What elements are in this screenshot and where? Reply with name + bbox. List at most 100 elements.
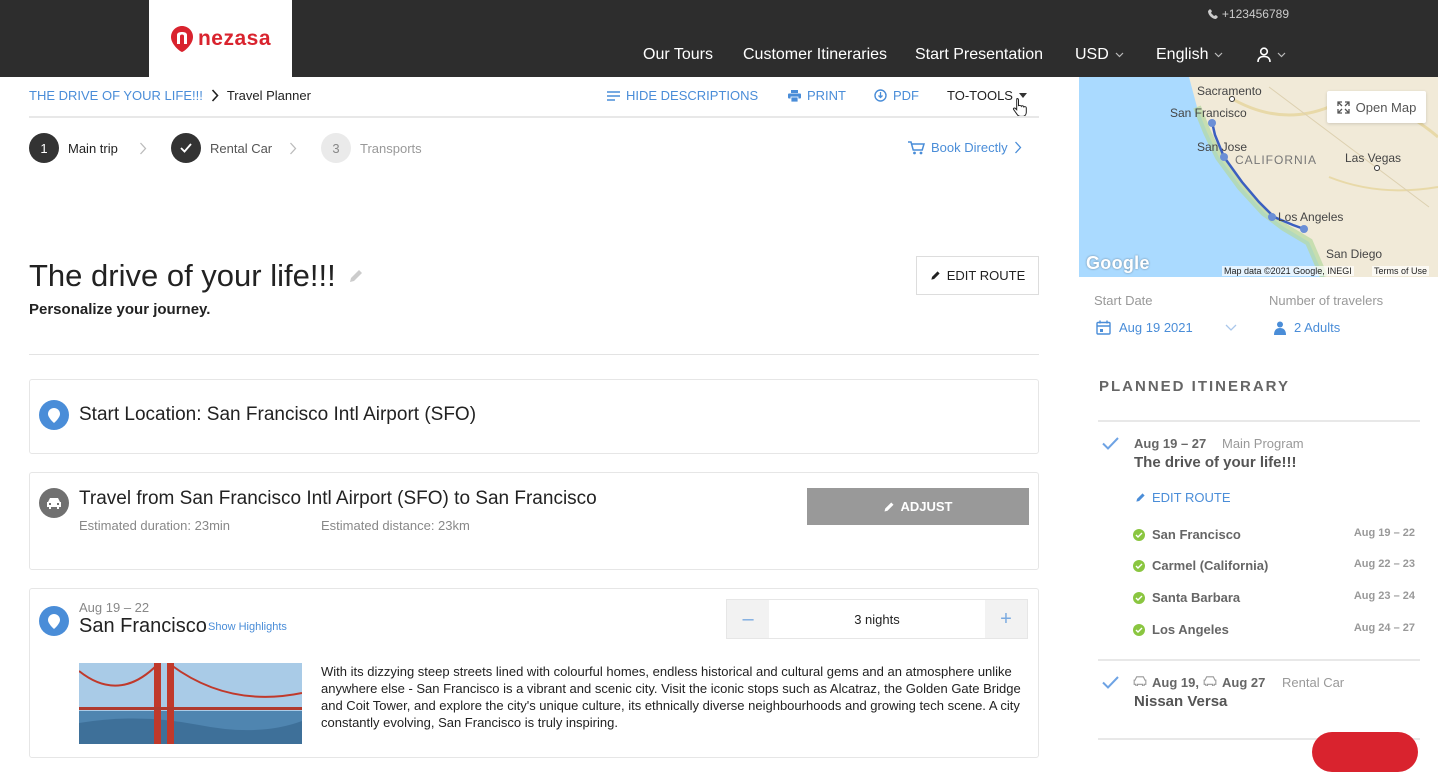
nav-start-presentation[interactable]: Start Presentation — [915, 44, 1043, 66]
itinerary-stop[interactable]: San Francisco — [1133, 527, 1241, 542]
language-label: English — [1156, 46, 1209, 63]
chat-button[interactable] — [1312, 732, 1418, 772]
rental-type: Rental Car — [1282, 675, 1345, 690]
logo-text: nezasa — [197, 26, 272, 50]
step-number: 1 — [29, 133, 59, 163]
expand-icon — [1336, 100, 1350, 114]
map-label-san-jose: San Jose — [1197, 140, 1248, 154]
itinerary-stop[interactable]: Los Angeles — [1133, 622, 1229, 637]
check-icon — [180, 143, 192, 153]
check-circle-icon — [1133, 559, 1145, 572]
sidebar-edit-route-label: EDIT ROUTE — [1152, 490, 1231, 505]
rental-pickup-date: Aug 19, — [1152, 675, 1199, 690]
chevron-right-icon — [211, 89, 219, 102]
chevron-right-icon — [290, 142, 297, 155]
phone-icon — [1207, 9, 1218, 19]
check-icon — [1102, 676, 1119, 689]
nav-customer-itineraries[interactable]: Customer Itineraries — [743, 44, 887, 66]
main-program-type: Main Program — [1222, 436, 1304, 451]
stay-description: With its dizzying steep streets lined wi… — [321, 664, 1021, 730]
currency-dropdown[interactable]: USD — [1075, 44, 1124, 66]
pdf-label: PDF — [893, 88, 919, 103]
book-directly-label: Book Directly — [931, 140, 1008, 155]
increase-nights-button[interactable]: + — [985, 600, 1027, 638]
user-icon — [1257, 47, 1271, 63]
cart-icon — [908, 140, 925, 154]
edit-route-button[interactable]: EDIT ROUTE — [916, 256, 1039, 295]
user-menu[interactable] — [1257, 44, 1286, 66]
stop-name: Los Angeles — [1152, 622, 1229, 637]
chevron-down-icon[interactable] — [1225, 324, 1237, 332]
location-pin-icon — [39, 400, 69, 430]
itinerary-stop[interactable]: Carmel (California) — [1133, 558, 1268, 573]
phone-text: +123456789 — [1221, 7, 1289, 21]
sidebar-edit-route-link[interactable]: EDIT ROUTE — [1135, 490, 1231, 505]
open-map-button[interactable]: Open Map — [1327, 91, 1426, 123]
sidebar-divider — [1098, 659, 1420, 661]
print-button[interactable]: PRINT — [788, 88, 846, 103]
travel-title: Travel from San Francisco Intl Airport (… — [79, 488, 597, 509]
nezasa-logo[interactable]: nezasa — [149, 0, 292, 77]
pencil-icon[interactable] — [348, 268, 364, 284]
chevron-right-icon — [1014, 141, 1021, 154]
breadcrumb-trip-link[interactable]: THE DRIVE OF YOUR LIFE!!! — [29, 88, 203, 103]
adjust-button[interactable]: ADJUST — [807, 488, 1029, 525]
start-date-picker[interactable]: Aug 19 2021 — [1096, 320, 1193, 335]
pencil-icon — [931, 271, 940, 280]
toolbar-divider — [29, 116, 1039, 118]
check-circle-icon — [1133, 591, 1145, 604]
car-pickup-icon — [1133, 676, 1147, 686]
trip-subtitle: Personalize your journey. — [29, 301, 211, 318]
map-label-las-vegas: Las Vegas — [1345, 151, 1402, 165]
chevron-down-icon — [1115, 52, 1124, 58]
person-icon — [1274, 321, 1286, 335]
printer-icon — [788, 89, 801, 102]
chevron-down-icon — [1277, 52, 1286, 58]
stay-dates: Aug 19 – 22 — [79, 600, 150, 615]
adjust-label: ADJUST — [900, 499, 953, 514]
start-date-label: Start Date — [1094, 293, 1153, 308]
itinerary-stop[interactable]: Santa Barbara — [1133, 590, 1240, 605]
hide-descriptions-button[interactable]: HIDE DESCRIPTIONS — [607, 88, 758, 103]
step-number: 3 — [321, 133, 351, 163]
show-highlights-link[interactable]: Show Highlights — [208, 621, 287, 633]
travel-duration: Estimated duration: 23min — [79, 518, 231, 533]
map-terms-link[interactable]: Terms of Use — [1372, 266, 1430, 276]
pencil-icon — [884, 502, 894, 511]
main-program-title[interactable]: The drive of your life!!! — [1134, 454, 1297, 471]
book-directly-button[interactable]: Book Directly — [908, 140, 1022, 155]
nav-our-tours[interactable]: Our Tours — [643, 44, 713, 66]
main-program-dates: Aug 19 – 27 — [1134, 436, 1207, 451]
breadcrumb: THE DRIVE OF YOUR LIFE!!! Travel Planner — [29, 88, 311, 103]
step-label: Transports — [360, 140, 422, 156]
phone-number[interactable]: +123456789 — [1207, 7, 1289, 21]
map-label-sacramento: Sacramento — [1197, 84, 1262, 98]
stop-dates: Aug 19 – 22 — [1353, 527, 1415, 539]
travelers-value: 2 Adults — [1294, 320, 1341, 335]
print-label: PRINT — [807, 88, 846, 103]
stop-dates: Aug 23 – 24 — [1353, 590, 1415, 602]
hide-descriptions-label: HIDE DESCRIPTIONS — [626, 88, 759, 103]
map-label-san-francisco: San Francisco — [1170, 106, 1247, 120]
google-logo: Google — [1086, 253, 1150, 273]
chevron-down-icon — [1215, 52, 1223, 58]
start-date-value: Aug 19 2021 — [1119, 320, 1193, 335]
pdf-button[interactable]: PDF — [874, 88, 919, 103]
nav-our-tours-label: Our Tours — [643, 46, 713, 63]
language-dropdown[interactable]: English — [1156, 44, 1223, 66]
travelers-picker[interactable]: 2 Adults — [1274, 320, 1340, 335]
sidebar-divider — [1098, 420, 1420, 422]
stop-name: Carmel (California) — [1152, 558, 1269, 573]
location-pin-icon — [39, 606, 69, 636]
decrease-nights-button[interactable]: – — [727, 600, 769, 638]
rental-title[interactable]: Nissan Versa — [1134, 693, 1227, 710]
step-main-trip[interactable]: 1 Main trip — [29, 133, 118, 163]
step-label: Main trip — [68, 140, 118, 156]
calendar-icon — [1096, 320, 1111, 335]
chevron-right-icon — [140, 142, 147, 155]
step-transports[interactable]: 3 Transports — [321, 133, 422, 163]
step-label: Rental Car — [210, 140, 273, 156]
nezasa-logo-icon — [170, 25, 193, 52]
nights-value: 3 nights — [854, 611, 900, 627]
step-rental-car[interactable]: Rental Car — [171, 133, 272, 163]
